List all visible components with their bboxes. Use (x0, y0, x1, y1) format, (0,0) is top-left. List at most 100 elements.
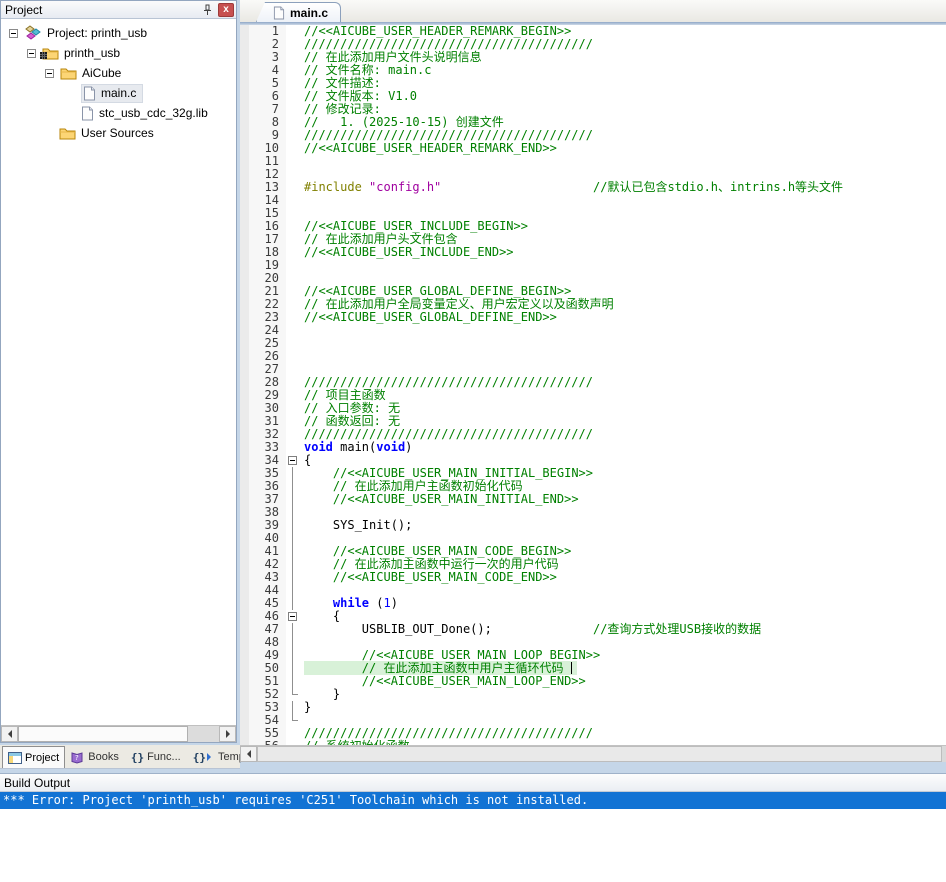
code-editor[interactable]: 1//<<AICUBE_USER_HEADER_REMARK_BEGIN>>2/… (240, 25, 946, 745)
fold-margin (286, 467, 299, 480)
project-tree: Project: printh_usb printh_usb AiCube (1, 19, 236, 725)
code-line[interactable]: 25 (240, 337, 946, 350)
code-line[interactable]: 23//<<AICUBE_USER_GLOBAL_DEFINE_END>> (240, 311, 946, 324)
scrollbar-thumb[interactable] (18, 726, 188, 742)
code-line[interactable]: 33 void main(void) (240, 441, 946, 454)
tree-item-label: main.c (101, 86, 136, 100)
code-text (299, 155, 304, 168)
code-line[interactable]: 10 //<<AICUBE_USER_HEADER_REMARK_END>> (240, 142, 946, 155)
code-line[interactable]: 26 (240, 350, 946, 363)
tab-main-c[interactable]: main.c (256, 2, 341, 22)
line-number: 16 (240, 220, 286, 233)
fold-margin (286, 311, 299, 324)
code-line[interactable]: 24 (240, 324, 946, 337)
code-text: //<<AICUBE_USER_HEADER_REMARK_END>> (299, 142, 557, 155)
fold-margin (286, 259, 299, 272)
tab-label: Project (25, 752, 59, 764)
tree-item-aicube[interactable]: AiCube (1, 63, 236, 83)
collapse-icon[interactable] (45, 69, 54, 78)
tree-item-main-c[interactable]: main.c (1, 83, 236, 103)
fold-margin (286, 688, 299, 701)
scroll-left-button[interactable] (1, 726, 18, 742)
code-text: //<<AICUBE_USER_GLOBAL_DEFINE_END>> (299, 311, 557, 324)
code-line[interactable]: 47 USBLIB_OUT_Done(); //查询方式处理USB接收的数据 (240, 623, 946, 636)
line-number: 53 (240, 701, 286, 714)
scroll-left-button[interactable] (240, 746, 257, 762)
code-text: //<<AICUBE_USER_MAIN_INITIAL_END>> (299, 493, 579, 506)
code-line[interactable]: 39 SYS_Init(); (240, 519, 946, 532)
folder-icon (60, 67, 77, 80)
tab-label: Func... (147, 751, 181, 763)
line-number: 42 (240, 558, 286, 571)
code-line[interactable]: 51 //<<AICUBE_USER_MAIN_LOOP_END>> (240, 675, 946, 688)
fold-margin (286, 25, 299, 38)
line-number: 2 (240, 38, 286, 51)
code-text: } (299, 701, 311, 714)
tab-books[interactable]: ? Books (65, 746, 124, 768)
fold-collapse-icon[interactable] (288, 456, 297, 465)
code-line[interactable]: 56// 系统初始化函数 (240, 740, 946, 745)
code-line[interactable]: 43 //<<AICUBE_USER_MAIN_CODE_END>> (240, 571, 946, 584)
line-number: 33 (240, 441, 286, 454)
line-number: 32 (240, 428, 286, 441)
line-number: 11 (240, 155, 286, 168)
code-line[interactable]: 14 (240, 194, 946, 207)
code-line[interactable]: 53} (240, 701, 946, 714)
tab-label: Books (88, 751, 119, 763)
editor-pane: main.c 1//<<AICUBE_USER_HEADER_REMARK_BE… (240, 0, 946, 762)
line-number: 56 (240, 740, 286, 745)
collapse-icon[interactable] (27, 49, 36, 58)
fold-margin (286, 103, 299, 116)
fold-margin[interactable] (286, 454, 299, 467)
fold-margin (286, 129, 299, 142)
code-line[interactable]: 13#include "config.h" //默认已包含stdio.h、int… (240, 181, 946, 194)
fold-margin (286, 246, 299, 259)
code-line[interactable]: 11 (240, 155, 946, 168)
scroll-right-button[interactable] (219, 726, 236, 742)
close-icon[interactable]: x (218, 3, 234, 17)
tree-item-stc-lib[interactable]: stc_usb_cdc_32g.lib (1, 103, 236, 123)
line-number: 29 (240, 389, 286, 402)
tab-functions[interactable]: {} Func... (126, 746, 186, 768)
fold-collapse-icon[interactable] (288, 612, 297, 621)
line-number: 25 (240, 337, 286, 350)
svg-text:?: ? (75, 754, 79, 762)
tab-project[interactable]: Project (2, 746, 65, 768)
tree-item-printh-usb[interactable]: printh_usb (1, 43, 236, 63)
fold-margin (286, 285, 299, 298)
scrollbar-thumb[interactable] (257, 746, 942, 762)
build-error-line[interactable]: *** Error: Project 'printh_usb' requires… (0, 792, 946, 809)
line-number: 44 (240, 584, 286, 597)
code-line[interactable]: 52 } (240, 688, 946, 701)
line-number: 21 (240, 285, 286, 298)
project-panel: Project x Project: printh_usb (0, 0, 237, 743)
file-icon (273, 6, 285, 20)
scrollbar-track[interactable] (188, 726, 219, 742)
line-number: 28 (240, 376, 286, 389)
line-number: 47 (240, 623, 286, 636)
pin-icon[interactable] (199, 2, 215, 17)
line-number: 40 (240, 532, 286, 545)
fold-margin (286, 519, 299, 532)
code-line[interactable]: 45 while (1) (240, 597, 946, 610)
code-line[interactable]: 19 (240, 259, 946, 272)
line-number: 10 (240, 142, 286, 155)
tree-item-label: User Sources (81, 126, 154, 140)
collapse-icon[interactable] (9, 29, 18, 38)
line-number: 30 (240, 402, 286, 415)
fold-margin (286, 77, 299, 90)
sidebar-hscrollbar[interactable] (1, 725, 236, 742)
build-output-body[interactable]: *** Error: Project 'printh_usb' requires… (0, 792, 946, 882)
code-line[interactable]: 18//<<AICUBE_USER_INCLUDE_END>> (240, 246, 946, 259)
editor-hscrollbar[interactable] (240, 745, 946, 762)
code-text: void main(void) (299, 441, 412, 454)
fold-margin (286, 181, 299, 194)
code-line[interactable]: 37 //<<AICUBE_USER_MAIN_INITIAL_END>> (240, 493, 946, 506)
tree-item-user-sources[interactable]: User Sources (1, 123, 236, 143)
fold-margin[interactable] (286, 610, 299, 623)
fold-margin (286, 51, 299, 64)
templates-arrow-icon (207, 753, 215, 761)
text-cursor (571, 662, 572, 674)
tree-item-project-root[interactable]: Project: printh_usb (1, 23, 236, 43)
tree-item-label: Project: printh_usb (47, 26, 147, 40)
